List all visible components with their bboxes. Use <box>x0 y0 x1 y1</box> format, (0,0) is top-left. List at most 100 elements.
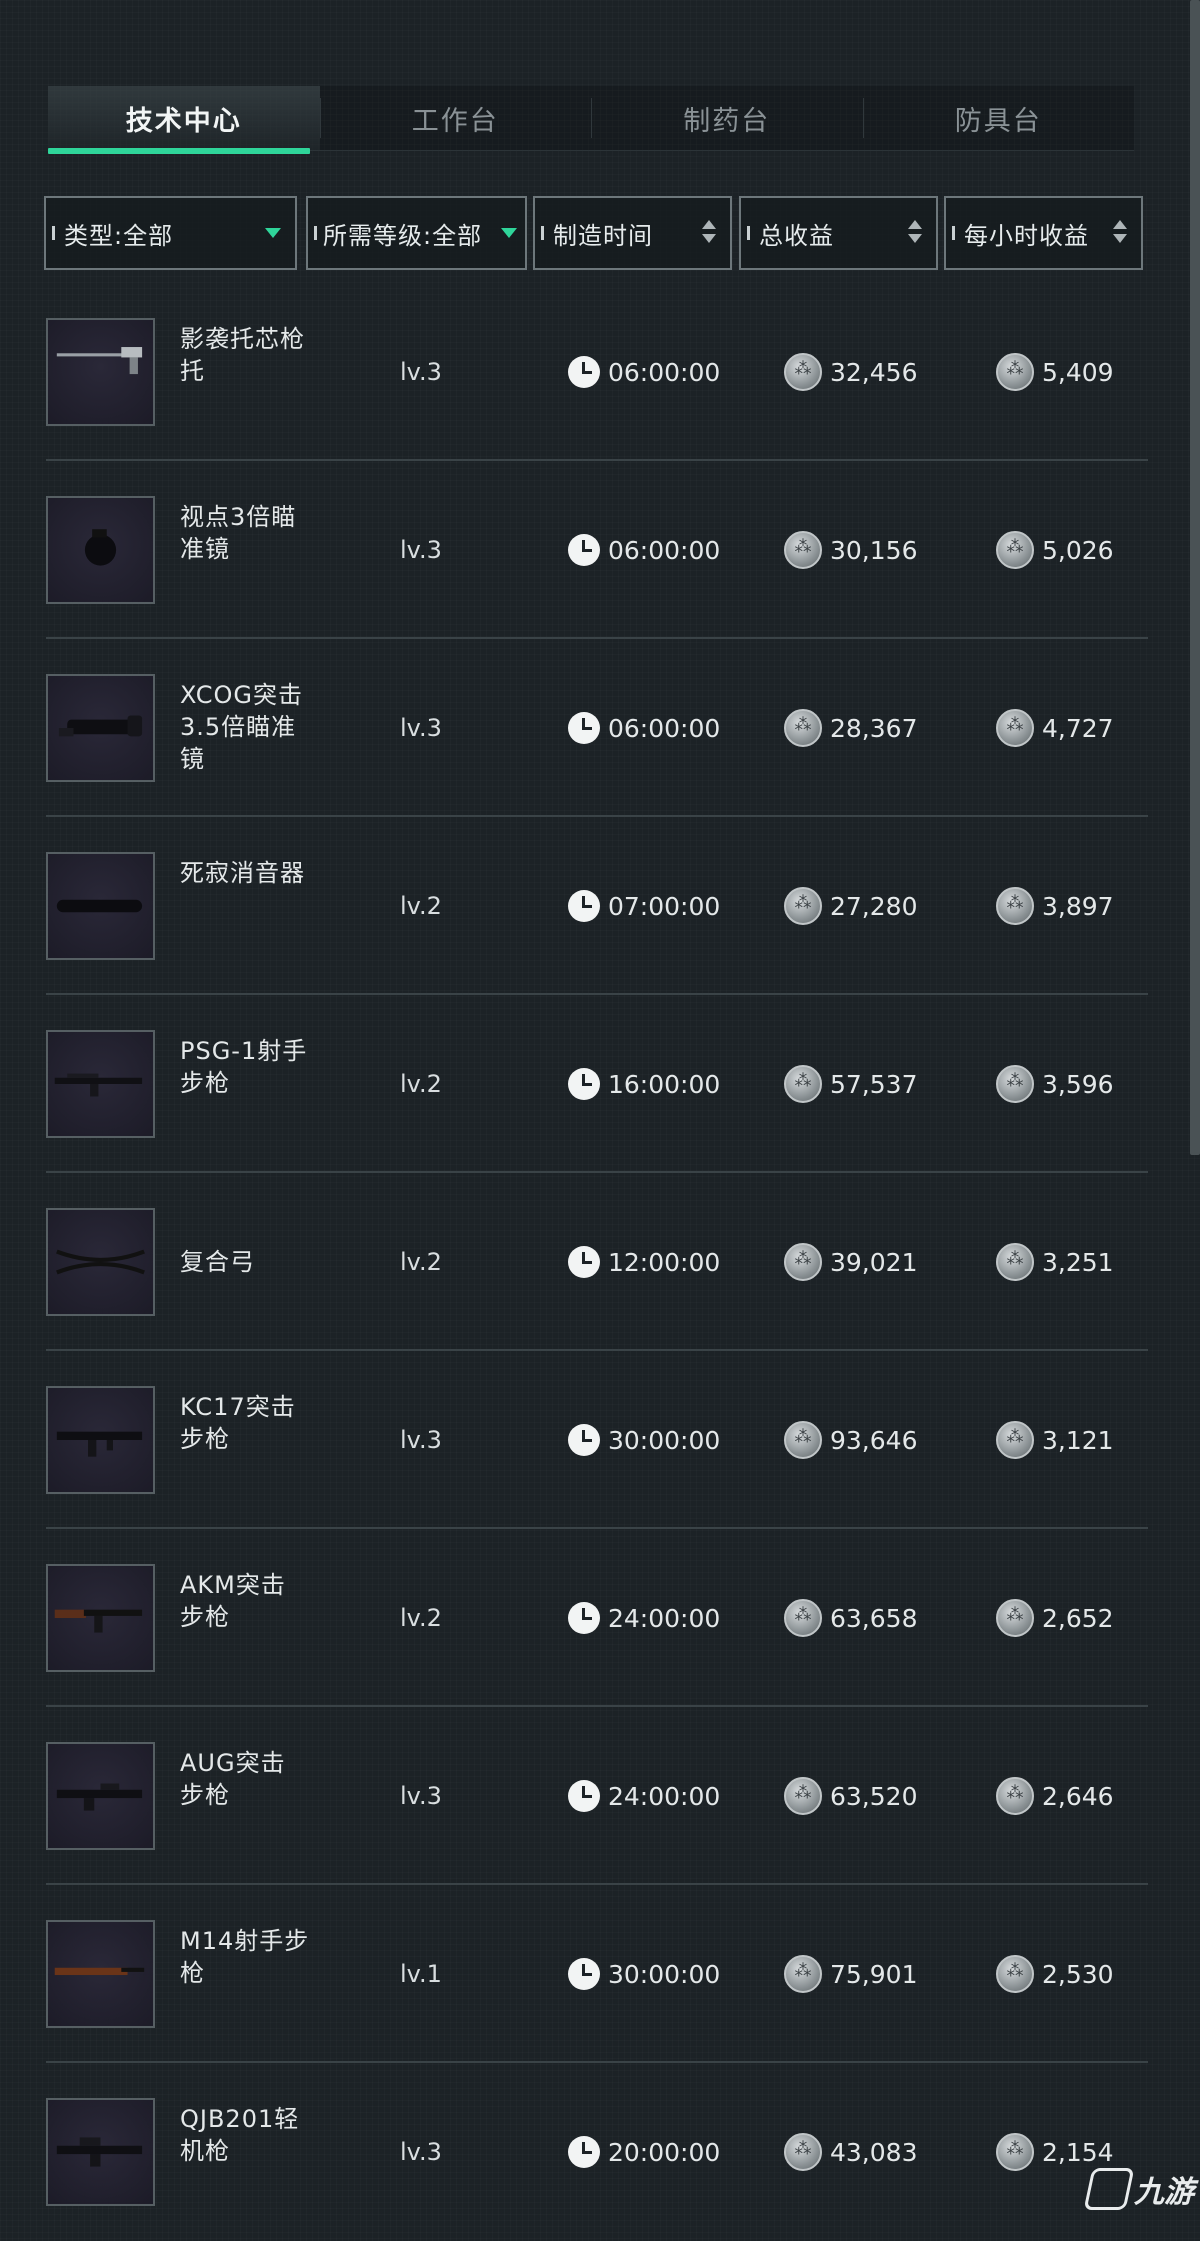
craft-time: 06:00:00 <box>568 639 720 817</box>
sort-icon <box>1113 220 1129 250</box>
coin-icon <box>996 353 1034 391</box>
coin-icon <box>784 353 822 391</box>
craft-time: 07:00:00 <box>568 817 720 995</box>
hourly-profit-value: 2,530 <box>1042 1959 1114 1989</box>
item-level: lv.3 <box>400 536 442 564</box>
total-profit-value: 27,280 <box>830 891 918 921</box>
hourly-profit-label: 每小时收益 <box>964 221 1089 250</box>
item-thumbnail <box>46 1208 155 1316</box>
total-profit: 63,520 <box>784 1707 917 1885</box>
craft-time-value: 30:00:00 <box>608 1425 721 1455</box>
tab-armor[interactable]: 防具台 <box>862 86 1135 150</box>
recipe-row[interactable]: PSG-1射手步枪 lv.2 16:00:00 57,537 3,596 <box>0 995 1200 1173</box>
total-profit: 28,367 <box>784 639 917 817</box>
chevron-down-icon <box>501 228 517 238</box>
watermark-logo: 九游 <box>1083 2167 1194 2211</box>
craft-time-value: 06:00:00 <box>608 535 721 565</box>
craft-time-value: 30:00:00 <box>608 1959 721 1989</box>
tick-mark <box>52 226 55 240</box>
scrollbar[interactable] <box>1190 0 1200 1155</box>
recipe-row[interactable]: QJB201轻机枪 lv.3 20:00:00 43,083 2,154 <box>0 2063 1200 2241</box>
hourly-profit: 2,154 <box>996 2063 1114 2241</box>
item-name: PSG-1射手步枪 <box>180 1037 308 1097</box>
clock-icon <box>568 1424 600 1456</box>
hourly-profit: 5,409 <box>996 283 1114 461</box>
coin-icon <box>996 1243 1034 1281</box>
recipe-row[interactable]: AKM突击步枪 lv.2 24:00:00 63,658 2,652 <box>0 1529 1200 1707</box>
clock-icon <box>568 356 600 388</box>
clock-icon <box>568 712 600 744</box>
coin-icon <box>996 1421 1034 1459</box>
coin-icon <box>784 531 822 569</box>
tick-mark <box>747 226 750 240</box>
hourly-profit: 5,026 <box>996 461 1114 639</box>
level-filter-dropdown[interactable]: 所需等级:全部 <box>306 196 527 270</box>
recipe-row[interactable]: M14射手步枪 lv.1 30:00:00 75,901 2,530 <box>0 1885 1200 2063</box>
hourly-profit-value: 2,652 <box>1042 1603 1114 1633</box>
total-profit: 93,646 <box>784 1351 917 1529</box>
coin-icon <box>784 1065 822 1103</box>
hourly-profit-value: 5,026 <box>1042 535 1114 565</box>
total-profit-value: 30,156 <box>830 535 918 565</box>
item-name: KC17突击步枪 <box>180 1393 296 1453</box>
craft-time: 06:00:00 <box>568 461 720 639</box>
item-thumbnail <box>46 496 155 604</box>
craft-time: 12:00:00 <box>568 1173 720 1351</box>
item-thumbnail <box>46 1564 155 1672</box>
total-profit-sort[interactable]: 总收益 <box>739 196 938 270</box>
total-profit-value: 28,367 <box>830 713 918 743</box>
craft-time-sort[interactable]: 制造时间 <box>533 196 732 270</box>
craft-time: 24:00:00 <box>568 1529 720 1707</box>
coin-icon <box>996 1599 1034 1637</box>
tab-pharmacy[interactable]: 制药台 <box>591 86 863 150</box>
hourly-profit: 3,121 <box>996 1351 1114 1529</box>
item-thumbnail <box>46 1742 155 1850</box>
hourly-profit: 3,251 <box>996 1173 1114 1351</box>
item-name: 影袭托芯枪托 <box>180 325 305 385</box>
hourly-profit-value: 5,409 <box>1042 357 1114 387</box>
total-profit-value: 63,658 <box>830 1603 918 1633</box>
total-profit: 63,658 <box>784 1529 917 1707</box>
recipe-row[interactable]: KC17突击步枪 lv.3 30:00:00 93,646 3,121 <box>0 1351 1200 1529</box>
clock-icon <box>568 1246 600 1278</box>
coin-icon <box>784 1599 822 1637</box>
item-name: AUG突击步枪 <box>180 1749 286 1809</box>
craft-time-value: 20:00:00 <box>608 2137 721 2167</box>
craft-time-value: 16:00:00 <box>608 1069 721 1099</box>
item-level: lv.1 <box>400 1960 442 1988</box>
coin-icon <box>996 1955 1034 1993</box>
clock-icon <box>568 534 600 566</box>
hourly-profit: 3,897 <box>996 817 1114 995</box>
recipe-row[interactable]: 视点3倍瞄准镜 lv.3 06:00:00 30,156 5,026 <box>0 461 1200 639</box>
clock-icon <box>568 1780 600 1812</box>
level-filter-label: 所需等级:全部 <box>323 221 483 250</box>
type-filter-label: 类型:全部 <box>64 221 174 250</box>
tab-workbench[interactable]: 工作台 <box>319 86 592 150</box>
recipe-row[interactable]: 影袭托芯枪托 lv.3 06:00:00 32,456 5,409 <box>0 283 1200 461</box>
item-level: lv.2 <box>400 1604 442 1632</box>
recipe-row[interactable]: XCOG突击3.5倍瞄准镜 lv.3 06:00:00 28,367 4,727 <box>0 639 1200 817</box>
total-profit: 32,456 <box>784 283 917 461</box>
tick-mark <box>541 226 544 240</box>
total-profit: 57,537 <box>784 995 917 1173</box>
craft-time: 30:00:00 <box>568 1885 720 2063</box>
total-profit-value: 32,456 <box>830 357 918 387</box>
recipe-row[interactable]: 复合弓 lv.2 12:00:00 39,021 3,251 <box>0 1173 1200 1351</box>
tab-tech-center[interactable]: 技术中心 <box>48 86 320 154</box>
item-name: XCOG突击3.5倍瞄准镜 <box>180 681 303 773</box>
hourly-profit-value: 2,646 <box>1042 1781 1114 1811</box>
hourly-profit-value: 2,154 <box>1042 2137 1114 2167</box>
coin-icon <box>784 887 822 925</box>
type-filter-dropdown[interactable]: 类型:全部 <box>44 196 297 270</box>
hourly-profit-value: 3,596 <box>1042 1069 1114 1099</box>
item-name: M14射手步枪 <box>180 1927 310 1987</box>
total-profit: 30,156 <box>784 461 917 639</box>
recipe-row[interactable]: AUG突击步枪 lv.3 24:00:00 63,520 2,646 <box>0 1707 1200 1885</box>
tick-mark <box>952 226 955 240</box>
recipe-row[interactable]: 死寂消音器 lv.2 07:00:00 27,280 3,897 <box>0 817 1200 995</box>
craft-time: 30:00:00 <box>568 1351 720 1529</box>
hourly-profit-sort[interactable]: 每小时收益 <box>944 196 1143 270</box>
coin-icon <box>996 1777 1034 1815</box>
item-level: lv.2 <box>400 1070 442 1098</box>
clock-icon <box>568 1602 600 1634</box>
